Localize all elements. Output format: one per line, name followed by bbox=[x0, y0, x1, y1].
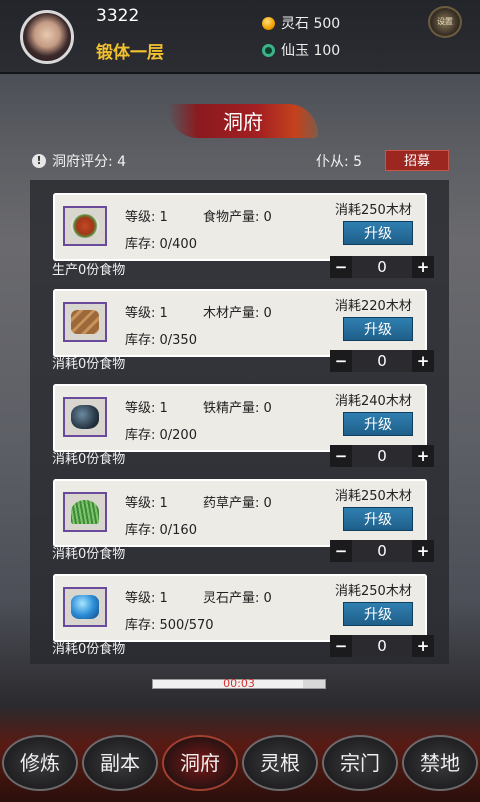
iron-ore-icon bbox=[71, 405, 99, 429]
building-card-wood: 等级: 1 木材产量: 0 库存: 0/350 消耗220木材 升级 bbox=[53, 289, 427, 357]
building-production: 木材产量: 0 bbox=[203, 306, 272, 321]
building-level: 等级: 1 bbox=[125, 591, 168, 606]
building-card-herb: 等级: 1 药草产量: 0 库存: 0/160 消耗250木材 升级 bbox=[53, 479, 427, 547]
spirit-stone-resource: 灵石 500 bbox=[262, 13, 340, 33]
upgrade-button[interactable]: 升级 bbox=[343, 221, 413, 245]
immortal-jade-icon bbox=[262, 43, 275, 57]
worker-stepper: − 0 + bbox=[330, 635, 434, 657]
spirit-gem-icon bbox=[71, 595, 99, 619]
worker-count: 0 bbox=[352, 256, 412, 278]
increase-button[interactable]: + bbox=[412, 350, 434, 372]
building-status: 消耗0份食物 bbox=[52, 357, 126, 372]
worker-count: 0 bbox=[352, 445, 412, 467]
upgrade-button[interactable]: 升级 bbox=[343, 412, 413, 436]
player-id: 3322 bbox=[96, 6, 140, 26]
worker-count: 0 bbox=[352, 540, 412, 562]
timer-text: 00:03 bbox=[223, 677, 255, 690]
upgrade-cost: 消耗250木材 bbox=[335, 203, 412, 218]
cave-score-row: ! 洞府评分: 4 bbox=[32, 151, 126, 171]
immortal-jade-resource: 仙玉 100 bbox=[262, 40, 340, 60]
upgrade-button[interactable]: 升级 bbox=[343, 507, 413, 531]
bottom-navigation: 修炼 副本 洞府 灵根 宗门 禁地 bbox=[0, 735, 480, 797]
spirit-stone-icon bbox=[262, 16, 275, 30]
building-card-spirit-stone: 等级: 1 灵石产量: 0 库存: 500/570 消耗250木材 升级 bbox=[53, 574, 427, 642]
page-title: 洞府 bbox=[223, 110, 263, 134]
building-production: 药草产量: 0 bbox=[203, 496, 272, 511]
top-header: 3322 锻体一层 灵石 500 仙玉 100 设置 bbox=[0, 0, 480, 74]
building-stock: 库存: 500/570 bbox=[125, 618, 214, 633]
worker-stepper: − 0 + bbox=[330, 350, 434, 372]
building-stock: 库存: 0/160 bbox=[125, 523, 197, 538]
building-card-iron: 等级: 1 铁精产量: 0 库存: 0/200 消耗240木材 升级 bbox=[53, 384, 427, 452]
building-stock: 库存: 0/200 bbox=[125, 428, 197, 443]
building-card-food: 等级: 1 食物产量: 0 库存: 0/400 消耗250木材 升级 bbox=[53, 193, 427, 261]
servant-count: 仆从: 5 bbox=[316, 154, 363, 170]
player-avatar[interactable] bbox=[20, 10, 74, 64]
nav-sect[interactable]: 宗门 bbox=[322, 735, 398, 791]
building-icon-frame bbox=[63, 397, 107, 437]
spirit-stone-amount: 灵石 500 bbox=[281, 16, 341, 32]
building-stock: 库存: 0/400 bbox=[125, 237, 197, 252]
info-icon[interactable]: ! bbox=[32, 154, 46, 168]
worker-count: 0 bbox=[352, 635, 412, 657]
building-level: 等级: 1 bbox=[125, 401, 168, 416]
upgrade-cost: 消耗220木材 bbox=[335, 299, 412, 314]
nav-cave[interactable]: 洞府 bbox=[162, 735, 238, 791]
building-icon-frame bbox=[63, 206, 107, 246]
building-panel: 等级: 1 食物产量: 0 库存: 0/400 消耗250木材 升级 生产0份食… bbox=[30, 180, 449, 664]
decrease-button[interactable]: − bbox=[330, 445, 352, 467]
building-status: 生产0份食物 bbox=[52, 263, 126, 278]
upgrade-cost: 消耗240木材 bbox=[335, 394, 412, 409]
increase-button[interactable]: + bbox=[412, 635, 434, 657]
upgrade-cost: 消耗250木材 bbox=[335, 584, 412, 599]
immortal-jade-amount: 仙玉 100 bbox=[281, 43, 341, 59]
worker-stepper: − 0 + bbox=[330, 256, 434, 278]
worker-count: 0 bbox=[352, 350, 412, 372]
increase-button[interactable]: + bbox=[412, 256, 434, 278]
building-icon-frame bbox=[63, 302, 107, 342]
building-production: 灵石产量: 0 bbox=[203, 591, 272, 606]
decrease-button[interactable]: − bbox=[330, 256, 352, 278]
building-production: 食物产量: 0 bbox=[203, 210, 272, 225]
nav-spirit-root[interactable]: 灵根 bbox=[242, 735, 318, 791]
nav-dungeon[interactable]: 副本 bbox=[82, 735, 158, 791]
increase-button[interactable]: + bbox=[412, 540, 434, 562]
herb-icon bbox=[71, 500, 99, 524]
building-status: 消耗0份食物 bbox=[52, 452, 126, 467]
wood-icon bbox=[71, 310, 99, 334]
food-icon bbox=[71, 214, 99, 238]
building-icon-frame bbox=[63, 492, 107, 532]
cultivation-rank: 锻体一层 bbox=[96, 43, 164, 63]
upgrade-button[interactable]: 升级 bbox=[343, 317, 413, 341]
recruit-button[interactable]: 招募 bbox=[385, 150, 449, 171]
increase-button[interactable]: + bbox=[412, 445, 434, 467]
building-icon-frame bbox=[63, 587, 107, 627]
building-status: 消耗0份食物 bbox=[52, 642, 126, 657]
cave-score: 洞府评分: 4 bbox=[52, 154, 127, 170]
upgrade-cost: 消耗250木材 bbox=[335, 489, 412, 504]
worker-stepper: − 0 + bbox=[330, 540, 434, 562]
building-level: 等级: 1 bbox=[125, 210, 168, 225]
building-production: 铁精产量: 0 bbox=[203, 401, 272, 416]
building-level: 等级: 1 bbox=[125, 306, 168, 321]
decrease-button[interactable]: − bbox=[330, 540, 352, 562]
nav-cultivate[interactable]: 修炼 bbox=[2, 735, 78, 791]
decrease-button[interactable]: − bbox=[330, 635, 352, 657]
building-status: 消耗0份食物 bbox=[52, 547, 126, 562]
nav-forbidden-land[interactable]: 禁地 bbox=[402, 735, 478, 791]
upgrade-button[interactable]: 升级 bbox=[343, 602, 413, 626]
settings-gear-icon[interactable]: 设置 bbox=[428, 6, 462, 38]
worker-stepper: − 0 + bbox=[330, 445, 434, 467]
building-level: 等级: 1 bbox=[125, 496, 168, 511]
decrease-button[interactable]: − bbox=[330, 350, 352, 372]
building-stock: 库存: 0/350 bbox=[125, 333, 197, 348]
